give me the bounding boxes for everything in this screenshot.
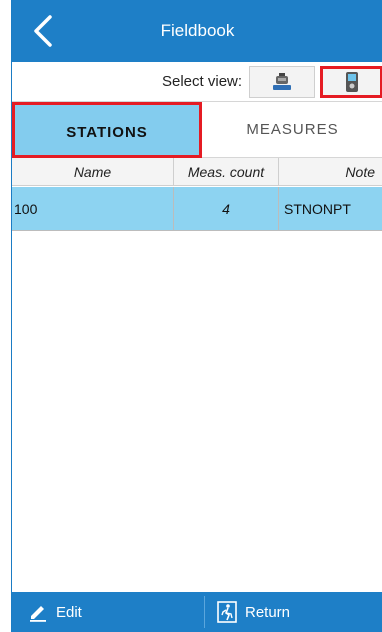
toolbar-divider	[204, 596, 205, 628]
page-title: Fieldbook	[160, 21, 235, 40]
fieldbook-app: Fieldbook Select view: STATIONS MEASURES…	[11, 0, 382, 632]
tab-measures[interactable]: MEASURES	[202, 102, 382, 158]
controller-icon	[345, 72, 358, 92]
cell-meas-count: 4	[174, 187, 279, 231]
column-header-name[interactable]: Name	[12, 158, 174, 186]
return-label: Return	[245, 603, 291, 621]
pencil-icon	[30, 606, 46, 622]
tab-bar: STATIONS MEASURES	[12, 102, 382, 158]
column-header-meas-count[interactable]: Meas. count	[174, 158, 279, 186]
screen: Fieldbook Select view: STATIONS MEASURES…	[0, 0, 382, 632]
left-margin	[0, 0, 11, 632]
total-station-icon	[273, 73, 291, 90]
chevron-left-icon[interactable]	[26, 14, 60, 48]
edit-label: Edit	[56, 603, 82, 621]
total-station-view-button[interactable]	[249, 66, 315, 98]
exit-door-icon	[217, 601, 237, 623]
title-bar: Fieldbook	[12, 0, 382, 62]
table-row[interactable]: 100 4 STNONPT	[12, 187, 382, 231]
controller-view-button[interactable]	[320, 66, 382, 98]
column-header-note[interactable]: Note	[279, 158, 382, 186]
table-header: Name Meas. count Note	[12, 158, 382, 186]
select-view-label: Select view:	[162, 73, 243, 90]
cell-note: STNONPT	[279, 187, 382, 231]
bottom-toolbar: Edit Return	[12, 592, 382, 632]
cell-name: 100	[12, 187, 174, 231]
view-selector-bar: Select view:	[12, 62, 382, 102]
return-button[interactable]: Return	[217, 592, 290, 632]
edit-button[interactable]: Edit	[28, 592, 82, 632]
tab-stations[interactable]: STATIONS	[12, 102, 202, 158]
